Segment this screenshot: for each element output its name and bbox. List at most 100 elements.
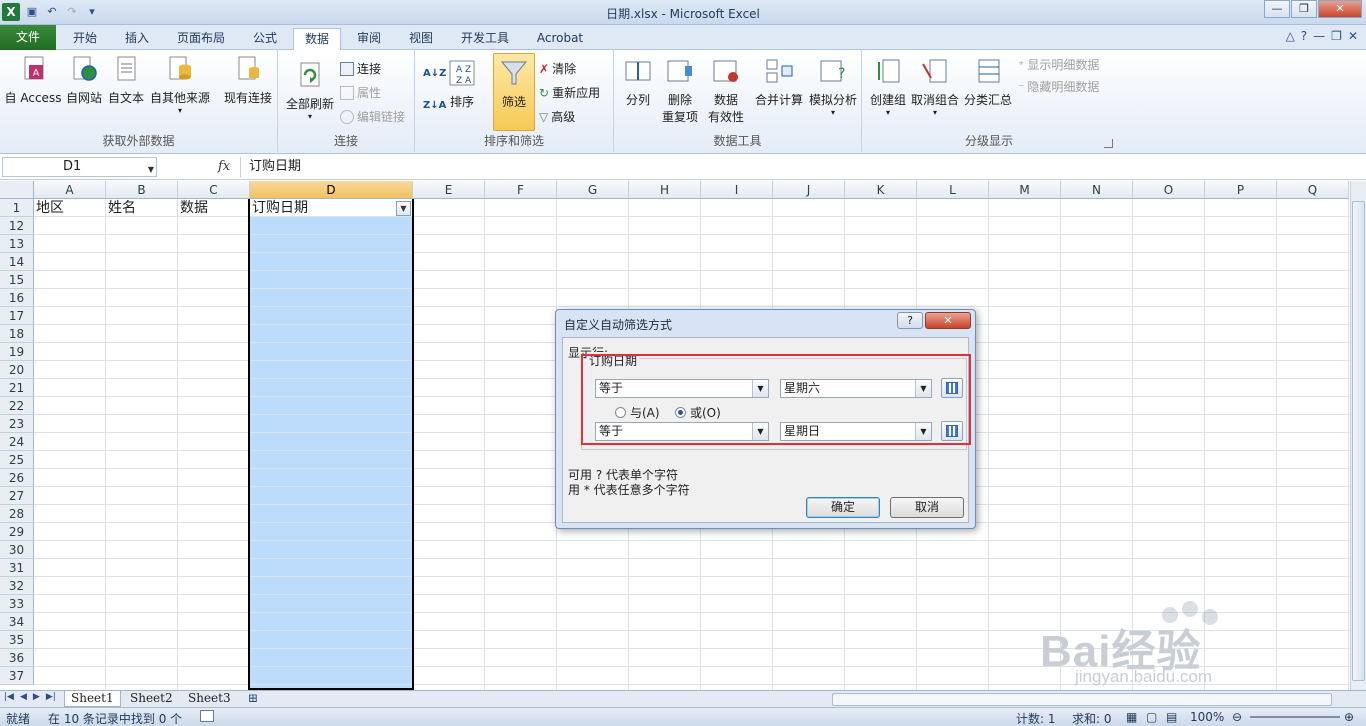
normal-view-icon[interactable]: ▦: [1126, 710, 1137, 724]
column-header-b[interactable]: B: [106, 181, 178, 199]
row-header[interactable]: 23: [0, 415, 34, 433]
zoom-in-icon[interactable]: ⊕: [1344, 710, 1354, 724]
row-header[interactable]: 17: [0, 307, 34, 325]
edit-links-button[interactable]: 编辑链接: [340, 108, 405, 125]
from-web-button[interactable]: 自网站: [64, 54, 104, 106]
minimize-ribbon-icon[interactable]: △: [1286, 29, 1295, 43]
text-to-columns-button[interactable]: 分列: [618, 56, 658, 108]
column-header-a[interactable]: A: [34, 181, 106, 199]
from-text-button[interactable]: 自文本: [106, 54, 146, 106]
row-header[interactable]: 1: [0, 199, 34, 217]
prev-sheet-icon[interactable]: ◀: [20, 692, 27, 702]
name-box-dropdown-icon[interactable]: ▼: [148, 161, 154, 179]
row-header[interactable]: 20: [0, 361, 34, 379]
refresh-all-button[interactable]: 全部刷新 ▾: [284, 60, 336, 121]
connections-button[interactable]: 连接: [340, 60, 381, 77]
column-header-n[interactable]: N: [1061, 181, 1133, 199]
select-all-corner[interactable]: [0, 181, 34, 199]
row-header[interactable]: 37: [0, 667, 34, 685]
close-icon[interactable]: ✕: [1318, 0, 1362, 18]
maximize-icon[interactable]: ❐: [1291, 0, 1317, 18]
page-layout-view-icon[interactable]: ▢: [1146, 710, 1157, 724]
header-cell[interactable]: 数据: [178, 199, 250, 217]
what-if-analysis-button[interactable]: ? 模拟分析 ▾: [806, 56, 860, 117]
outline-dialog-launcher-icon[interactable]: [1104, 139, 1113, 148]
column-header-p[interactable]: P: [1205, 181, 1277, 199]
vertical-scrollbar[interactable]: [1350, 181, 1366, 690]
insert-sheet-icon[interactable]: ⊞: [242, 691, 264, 707]
row-header[interactable]: 33: [0, 595, 34, 613]
sort-button[interactable]: AZZA 排序: [445, 58, 479, 110]
zoom-level[interactable]: 100%: [1190, 710, 1224, 724]
clear-button[interactable]: ✗ 清除: [539, 60, 576, 77]
column-header-q[interactable]: Q: [1277, 181, 1349, 199]
tab-page-layout[interactable]: 页面布局: [166, 28, 236, 50]
column-header-o[interactable]: O: [1133, 181, 1205, 199]
properties-button[interactable]: 属性: [340, 84, 381, 101]
row-header[interactable]: 26: [0, 469, 34, 487]
cancel-button[interactable]: 取消: [890, 497, 964, 518]
row-header[interactable]: 28: [0, 505, 34, 523]
tab-file[interactable]: 文件: [0, 25, 56, 50]
first-sheet-icon[interactable]: |◀: [4, 692, 14, 702]
remove-duplicates-button[interactable]: 删除 重复项: [660, 56, 700, 125]
subtotal-button[interactable]: 分类汇总: [962, 56, 1014, 108]
row-header[interactable]: 13: [0, 235, 34, 253]
column-header-l[interactable]: L: [917, 181, 989, 199]
row-header[interactable]: 35: [0, 631, 34, 649]
column-header-i[interactable]: I: [701, 181, 773, 199]
column-header-g[interactable]: G: [557, 181, 629, 199]
last-sheet-icon[interactable]: ▶|: [46, 692, 56, 702]
row-header[interactable]: 32: [0, 577, 34, 595]
tab-view[interactable]: 视图: [398, 28, 444, 50]
tab-data[interactable]: 数据: [293, 28, 341, 51]
show-detail-button[interactable]: ⁺ 显示明细数据: [1018, 56, 1099, 73]
insert-function-icon[interactable]: fx: [218, 159, 230, 174]
row-header[interactable]: 24: [0, 433, 34, 451]
header-cell[interactable]: 地区: [34, 199, 106, 217]
sheet-tab-1[interactable]: Sheet1: [64, 691, 121, 707]
column-header-d[interactable]: D: [250, 181, 413, 199]
row-header[interactable]: 14: [0, 253, 34, 271]
tab-acrobat[interactable]: Acrobat: [526, 28, 594, 50]
next-sheet-icon[interactable]: ▶: [33, 692, 40, 702]
row-header[interactable]: 22: [0, 397, 34, 415]
existing-connections-button[interactable]: 现有连接: [220, 54, 276, 106]
workbook-close-icon[interactable]: ✕: [1348, 29, 1358, 43]
workbook-restore-icon[interactable]: ❐: [1331, 29, 1342, 43]
row-header[interactable]: 19: [0, 343, 34, 361]
ok-button[interactable]: 确定: [806, 497, 880, 518]
workbook-minimize-icon[interactable]: —: [1313, 29, 1325, 43]
row-header[interactable]: 16: [0, 289, 34, 307]
formula-input[interactable]: 订购日期: [240, 157, 1350, 177]
filter-button[interactable]: 筛选: [493, 53, 535, 131]
column-header-c[interactable]: C: [178, 181, 250, 199]
name-box[interactable]: D1 ▼: [2, 157, 157, 177]
header-cell[interactable]: 姓名: [106, 199, 178, 217]
column-header-h[interactable]: H: [629, 181, 701, 199]
row-header[interactable]: 29: [0, 523, 34, 541]
group-button[interactable]: 创建组 ▾: [866, 56, 910, 117]
row-header[interactable]: 18: [0, 325, 34, 343]
dialog-close-button[interactable]: ✕: [925, 312, 971, 329]
from-other-sources-button[interactable]: 自其他来源 ▾: [148, 54, 212, 115]
from-access-button[interactable]: A 自 Access: [4, 54, 62, 106]
row-header[interactable]: 31: [0, 559, 34, 577]
sheet-tab-3[interactable]: Sheet3: [182, 691, 237, 707]
tab-formulas[interactable]: 公式: [242, 28, 288, 50]
column-header-m[interactable]: M: [989, 181, 1061, 199]
column-header-k[interactable]: K: [845, 181, 917, 199]
row-header[interactable]: 30: [0, 541, 34, 559]
sheet-tab-2[interactable]: Sheet2: [124, 691, 179, 707]
tab-review[interactable]: 审阅: [346, 28, 392, 50]
row-header[interactable]: 15: [0, 271, 34, 289]
data-validation-button[interactable]: 数据 有效性: [702, 56, 750, 125]
column-header-e[interactable]: E: [413, 181, 485, 199]
sort-z-a-icon[interactable]: Z↓A: [423, 100, 446, 111]
row-header[interactable]: 25: [0, 451, 34, 469]
ungroup-button[interactable]: 取消组合 ▾: [910, 56, 960, 117]
advanced-button[interactable]: ▽ 高级: [539, 108, 575, 125]
dialog-help-button[interactable]: ?: [897, 312, 923, 329]
tab-insert[interactable]: 插入: [114, 28, 160, 50]
reapply-button[interactable]: ↻ 重新应用: [539, 84, 600, 101]
